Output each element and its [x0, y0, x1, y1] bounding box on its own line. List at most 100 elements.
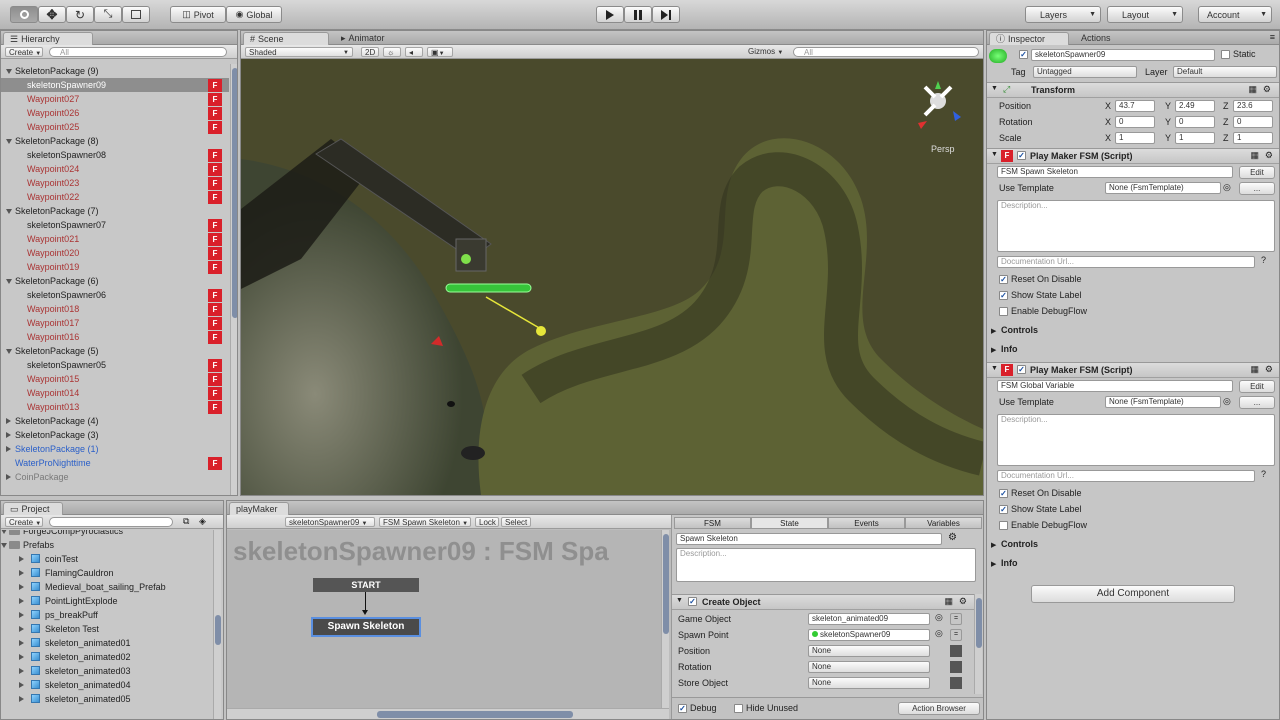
fsm-component-header[interactable]: ▼ F ✓ Play Maker FSM (Script) ▦ ⚙ [987, 362, 1279, 378]
variable-toggle-button[interactable] [950, 677, 962, 689]
action-field-value[interactable]: None [808, 661, 930, 673]
project-item[interactable]: coinTest [1, 552, 213, 566]
transform-scale-x-field[interactable]: 1 [1115, 132, 1155, 144]
project-item[interactable]: FlamingCauldron [1, 566, 213, 580]
hierarchy-row[interactable]: SkeletonPackage (1) [1, 442, 229, 456]
template-browse-button[interactable]: ... [1239, 182, 1275, 195]
filter-type-icon[interactable]: ⧉ [183, 516, 189, 527]
fsm-description-field[interactable]: Description... [997, 200, 1275, 252]
graph-hscrollbar[interactable] [227, 708, 669, 719]
enable-debugflow-checkbox[interactable] [999, 307, 1008, 316]
template-browse-button[interactable]: ... [1239, 396, 1275, 409]
project-item[interactable]: skeleton_animated02 [1, 650, 213, 664]
scrollbar-thumb[interactable] [663, 534, 669, 634]
transform-header[interactable]: ▼ ⤢ Transform ▦ ⚙ [987, 82, 1279, 98]
layers-dropdown[interactable]: Layers ▼ [1025, 6, 1101, 23]
play-button[interactable] [596, 6, 624, 23]
panel-menu-icon[interactable]: ≡ [1270, 32, 1275, 42]
transform-rotation-x-field[interactable]: 0 [1115, 116, 1155, 128]
expand-arrow-icon[interactable]: ▶ [991, 327, 996, 335]
fsm-doc-url-field[interactable]: Documentation Url... [997, 470, 1255, 482]
scrollbar-thumb[interactable] [377, 711, 573, 718]
hierarchy-row[interactable]: SkeletonPackage (4) [1, 414, 229, 428]
collapse-arrow-icon[interactable] [19, 626, 24, 632]
pause-button[interactable] [624, 6, 652, 23]
gear-icon[interactable]: ⚙ [959, 596, 967, 607]
action-field-value[interactable]: None [808, 677, 930, 689]
hierarchy-row[interactable]: skeletonSpawner06 F [1, 288, 229, 302]
hierarchy-row[interactable]: WaterProNighttime F [1, 456, 229, 470]
shading-dropdown[interactable]: Shaded ▼ [245, 47, 353, 57]
expand-arrow-icon[interactable] [6, 139, 12, 144]
scale-tool-button[interactable]: ⤡ [94, 6, 122, 23]
fsm-select[interactable]: FSM Spawn Skeleton ▼ [379, 517, 471, 527]
create-object-action-header[interactable]: ▼ ✓ Create Object ▦ ⚙ [672, 594, 975, 610]
playmaker-fsm-icon[interactable]: F [208, 121, 222, 134]
component-enabled-checkbox[interactable]: ✓ [1017, 151, 1026, 160]
playmaker-fsm-icon[interactable]: F [208, 191, 222, 204]
filter-label-icon[interactable]: ◈ [199, 516, 206, 527]
collapse-arrow-icon[interactable] [19, 556, 24, 562]
hierarchy-row[interactable]: skeletonSpawner08 F [1, 148, 229, 162]
pivot-toggle[interactable]: ◫ Pivot [170, 6, 226, 23]
add-component-button[interactable]: Add Component [1031, 585, 1235, 603]
hierarchy-scrollbar[interactable] [230, 64, 237, 495]
gear-icon[interactable]: ⚙ [1265, 150, 1273, 161]
light-toggle[interactable]: ☼ [383, 47, 401, 57]
playmaker-fsm-icon[interactable]: F [208, 303, 222, 316]
gear-icon[interactable]: ⚙ [1265, 364, 1273, 375]
show-state-label-checkbox[interactable]: ✓ [999, 291, 1008, 300]
project-item[interactable]: ForgeJCompPyroclastics [1, 530, 213, 538]
expand-arrow-icon[interactable]: ▶ [991, 541, 996, 549]
hierarchy-row[interactable]: Waypoint019 F [1, 260, 229, 274]
info-foldout[interactable]: Info [1001, 343, 1018, 355]
lock-button[interactable]: Lock [475, 517, 499, 527]
gameobject-select[interactable]: skeletonSpawner09 ▼ [285, 517, 375, 527]
project-item[interactable]: skeleton_animated04 [1, 678, 213, 692]
variable-toggle-button[interactable] [950, 645, 962, 657]
show-state-label-checkbox[interactable]: ✓ [999, 505, 1008, 514]
transform-scale-y-field[interactable]: 1 [1175, 132, 1215, 144]
object-picker-icon[interactable]: ◎ [1223, 182, 1231, 193]
green-gizmo[interactable] [461, 254, 471, 264]
fsm-description-field[interactable]: Description... [997, 414, 1275, 466]
expand-arrow-icon[interactable] [1, 543, 7, 548]
move-tool-button[interactable]: ✥ [38, 6, 66, 23]
collapse-arrow-icon[interactable] [19, 668, 24, 674]
transform-rotation-z-field[interactable]: 0 [1233, 116, 1273, 128]
fsm-name-field[interactable]: FSM Spawn Skeleton [997, 166, 1233, 178]
expand-arrow-icon[interactable]: ▶ [991, 346, 996, 354]
layer-dropdown[interactable]: Default [1173, 66, 1277, 78]
action-field-value[interactable]: None [808, 645, 930, 657]
expand-arrow-icon[interactable] [6, 349, 12, 354]
collapse-arrow-icon[interactable] [6, 474, 11, 480]
template-field[interactable]: None (FsmTemplate) [1105, 182, 1221, 194]
playmaker-fsm-icon[interactable]: F [208, 457, 222, 470]
hierarchy-row[interactable]: Waypoint023 F [1, 176, 229, 190]
hierarchy-row[interactable]: Waypoint025 F [1, 120, 229, 134]
collapse-arrow-icon[interactable] [19, 570, 24, 576]
fsm-doc-url-field[interactable]: Documentation Url... [997, 256, 1255, 268]
collapse-arrow-icon[interactable] [19, 682, 24, 688]
spawner-gizmo[interactable] [445, 283, 532, 293]
action-field-value[interactable]: skeleton_animated09 [808, 613, 930, 625]
hierarchy-row[interactable]: Waypoint018 F [1, 302, 229, 316]
project-item[interactable]: PointLightExplode [1, 594, 213, 608]
gizmos-dropdown[interactable]: Gizmos ▼ [745, 47, 789, 57]
project-item[interactable]: skeleton_animated05 [1, 692, 213, 706]
project-search-input[interactable] [49, 517, 173, 527]
hierarchy-row[interactable]: Waypoint027 F [1, 92, 229, 106]
playmaker-fsm-icon[interactable]: F [208, 261, 222, 274]
template-field[interactable]: None (FsmTemplate) [1105, 396, 1221, 408]
help-icon[interactable]: ▦ [1250, 364, 1259, 375]
collapse-arrow-icon[interactable] [19, 598, 24, 604]
action-enabled-checkbox[interactable]: ✓ [688, 597, 697, 606]
variable-toggle-button[interactable] [950, 661, 962, 673]
tab-inspector[interactable]: ⓘ Inspector [989, 32, 1069, 45]
spawn-skeleton-state[interactable]: Spawn Skeleton [311, 617, 421, 637]
hide-unused-checkbox[interactable] [734, 704, 743, 713]
transform-position-y-field[interactable]: 2.49 [1175, 100, 1215, 112]
playmaker-fsm-icon[interactable]: F [208, 373, 222, 386]
hierarchy-row[interactable]: Waypoint021 F [1, 232, 229, 246]
layout-dropdown[interactable]: Layout ▼ [1107, 6, 1183, 23]
